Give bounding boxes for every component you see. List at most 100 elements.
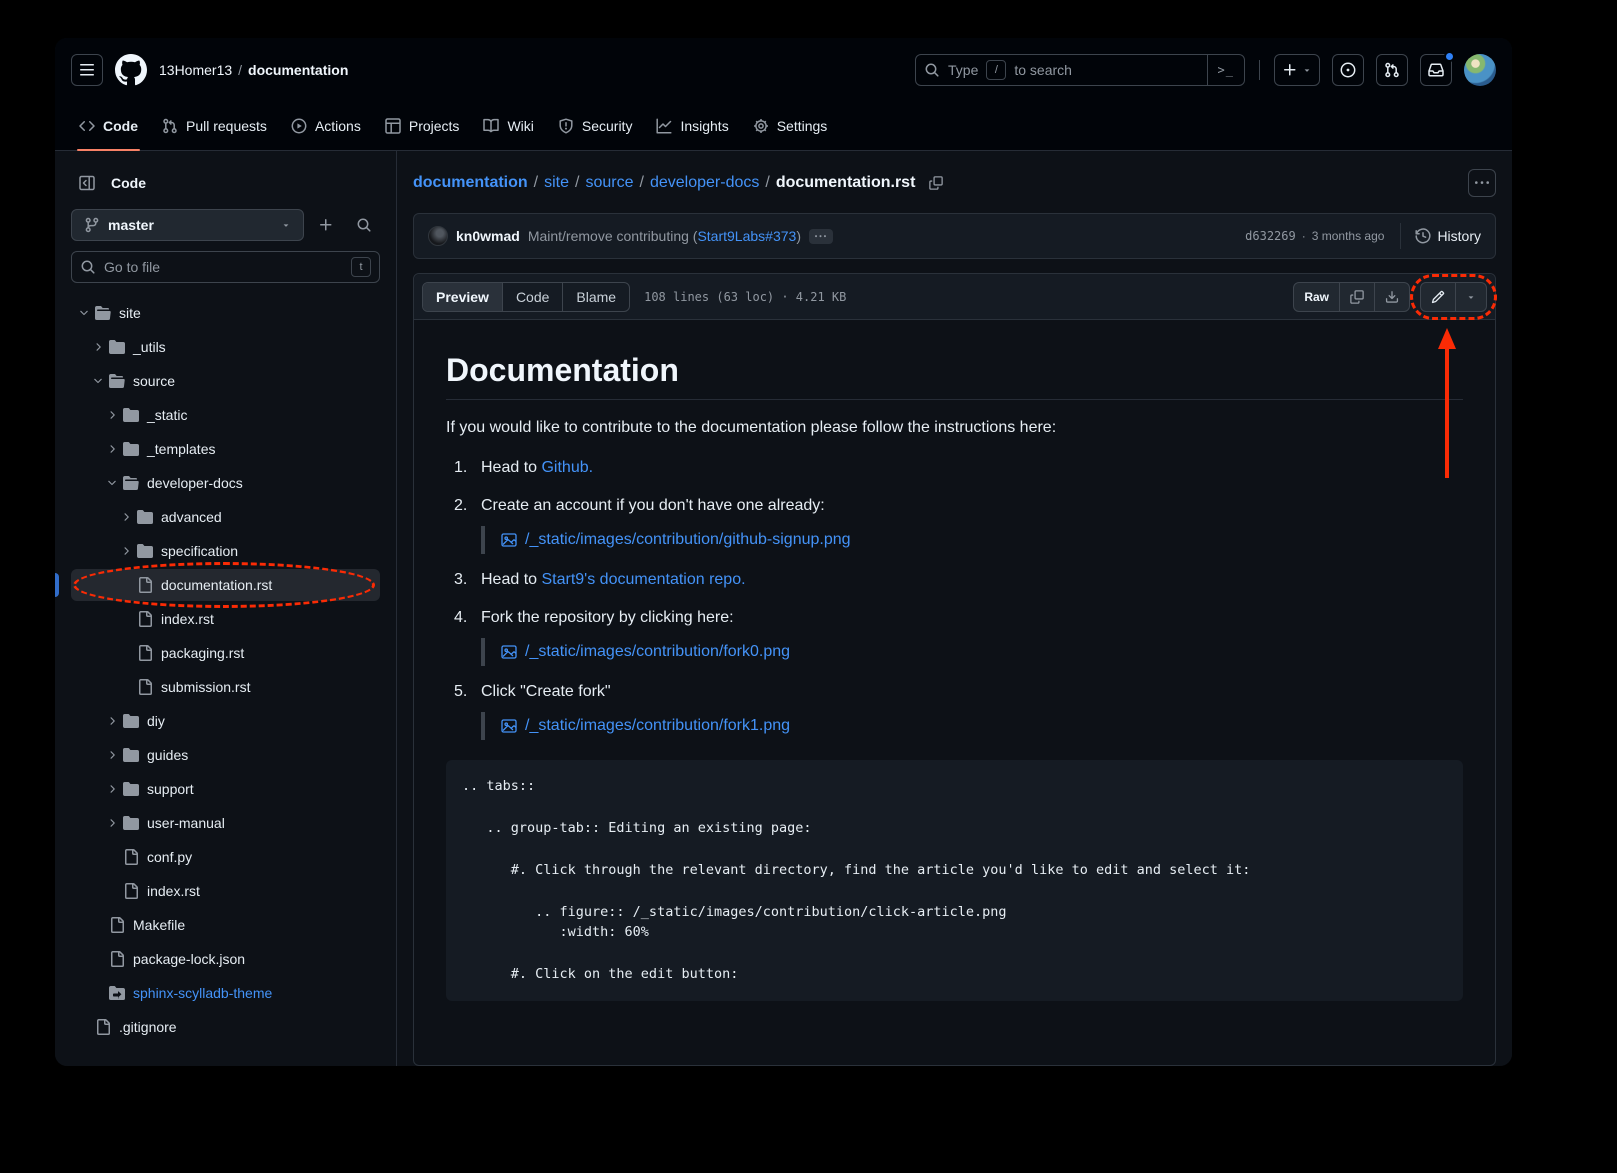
commit-author[interactable]: kn0wmad: [456, 228, 520, 244]
view-tab-code[interactable]: Code: [502, 283, 562, 311]
image-link[interactable]: /_static/images/contribution/github-sign…: [525, 528, 851, 552]
copy-path-button[interactable]: [923, 170, 949, 196]
tree-chevron-icon: [75, 305, 93, 321]
broken-image-icon: [501, 644, 517, 660]
hamburger-menu-button[interactable]: [71, 54, 103, 86]
download-button[interactable]: [1374, 283, 1409, 311]
add-file-button[interactable]: [310, 209, 342, 241]
tab-pull-requests[interactable]: Pull requests: [150, 102, 279, 150]
app-header: 13Homer13 / documentation Type / to sear…: [55, 38, 1512, 151]
tab-projects[interactable]: Projects: [373, 102, 472, 150]
tree-item-developer-docs[interactable]: developer-docs: [71, 467, 380, 499]
pull-requests-button[interactable]: [1376, 54, 1408, 86]
tab-icon: [385, 118, 401, 134]
file-viewer: PreviewCodeBlame 108 lines (63 loc) · 4.…: [413, 273, 1496, 1066]
tab-code[interactable]: Code: [67, 102, 150, 150]
breadcrumb-separator: /: [534, 174, 538, 192]
tree-item-label: site: [119, 305, 141, 321]
image-link[interactable]: /_static/images/contribution/fork0.png: [525, 640, 790, 664]
breadcrumb-link-site[interactable]: site: [544, 174, 569, 192]
code-block: .. tabs:: .. group-tab:: Editing an exis…: [446, 760, 1463, 1001]
issues-button[interactable]: [1332, 54, 1364, 86]
tab-security[interactable]: Security: [546, 102, 645, 150]
tab-wiki[interactable]: Wiki: [471, 102, 545, 150]
repo-owner-link[interactable]: 13Homer13: [159, 62, 232, 78]
tree-item-label: _templates: [147, 441, 215, 457]
tree-item-site[interactable]: site: [71, 297, 380, 329]
create-new-button[interactable]: [1274, 54, 1320, 86]
image-link[interactable]: /_static/images/contribution/fork1.png: [525, 714, 790, 738]
tree-item-_templates[interactable]: _templates: [71, 433, 380, 465]
edit-controls: [1420, 282, 1487, 312]
github-logo[interactable]: [115, 54, 147, 86]
tree-item-user-manual[interactable]: user-manual: [71, 807, 380, 839]
edit-dropdown-button[interactable]: [1455, 283, 1486, 311]
doc-link[interactable]: Start9's documentation repo.: [541, 571, 745, 588]
breadcrumb-link-developer-docs[interactable]: developer-docs: [650, 174, 759, 192]
tree-item-.gitignore[interactable]: .gitignore: [71, 1011, 380, 1043]
tree-item-label: conf.py: [147, 849, 192, 865]
tree-item-conf.py[interactable]: conf.py: [71, 841, 380, 873]
commit-sha[interactable]: d632269: [1245, 229, 1296, 243]
commit-message-expand-button[interactable]: [809, 229, 833, 244]
tab-icon: [162, 118, 178, 134]
tree-item-submission.rst[interactable]: submission.rst: [71, 671, 380, 703]
tree-item-packaging.rst[interactable]: packaging.rst: [71, 637, 380, 669]
doc-step: 2.Create an account if you don't have on…: [454, 494, 1463, 554]
history-button[interactable]: History: [1400, 223, 1481, 249]
global-search-input[interactable]: Type / to search >_: [915, 54, 1245, 86]
tree-item-label: Makefile: [133, 917, 185, 933]
folder-icon: [109, 373, 125, 389]
tree-item-index.rst[interactable]: index.rst: [71, 603, 380, 635]
tree-item-sphinx-scylladb-theme[interactable]: sphinx-scylladb-theme: [71, 977, 380, 1009]
tree-item-support[interactable]: support: [71, 773, 380, 805]
branch-selector[interactable]: master: [71, 209, 304, 241]
raw-button[interactable]: Raw: [1294, 283, 1339, 311]
blockquote: /_static/images/contribution/fork0.png: [481, 638, 1463, 666]
view-tab-blame[interactable]: Blame: [562, 283, 629, 311]
tree-item-package-lock.json[interactable]: package-lock.json: [71, 943, 380, 975]
tree-item-guides[interactable]: guides: [71, 739, 380, 771]
tree-item-specification[interactable]: specification: [71, 535, 380, 567]
tree-item-advanced[interactable]: advanced: [71, 501, 380, 533]
tab-settings[interactable]: Settings: [741, 102, 840, 150]
tree-item-_static[interactable]: _static: [71, 399, 380, 431]
copy-raw-button[interactable]: [1339, 283, 1374, 311]
repo-name-link[interactable]: documentation: [248, 62, 348, 78]
step-number: 1.: [454, 456, 481, 480]
tree-item-Makefile[interactable]: Makefile: [71, 909, 380, 941]
go-to-file-input[interactable]: Go to file t: [71, 251, 380, 283]
search-this-repo-button[interactable]: [348, 209, 380, 241]
folder-icon: [123, 475, 139, 491]
tab-icon: [656, 118, 672, 134]
tree-item-diy[interactable]: diy: [71, 705, 380, 737]
search-icon: [80, 259, 96, 275]
tab-actions[interactable]: Actions: [279, 102, 373, 150]
tree-item-index.rst[interactable]: index.rst: [71, 875, 380, 907]
commit-age: 3 months ago: [1312, 229, 1385, 243]
tree-item-documentation.rst[interactable]: documentation.rst: [71, 569, 380, 601]
breadcrumb-separator: /: [575, 174, 579, 192]
tree-item-source[interactable]: source: [71, 365, 380, 397]
command-palette-icon[interactable]: >_: [1207, 55, 1244, 85]
breadcrumb-link-source[interactable]: source: [585, 174, 633, 192]
edit-file-button[interactable]: [1421, 283, 1455, 311]
commit-pr-link[interactable]: Start9Labs#373: [697, 228, 796, 244]
latest-commit-bar: kn0wmad Maint/remove contributing (Start…: [413, 213, 1496, 259]
tab-insights[interactable]: Insights: [644, 102, 740, 150]
tab-icon: [753, 118, 769, 134]
view-tab-preview[interactable]: Preview: [423, 283, 502, 311]
doc-link[interactable]: Github.: [541, 459, 593, 476]
user-avatar[interactable]: [1464, 54, 1496, 86]
commit-author-avatar[interactable]: [428, 226, 448, 246]
collapse-sidebar-button[interactable]: [71, 167, 103, 199]
more-options-button[interactable]: [1468, 169, 1496, 197]
breadcrumb-link-documentation[interactable]: documentation: [413, 174, 528, 192]
submodule-icon: [109, 985, 125, 1001]
blockquote: /_static/images/contribution/fork1.png: [481, 712, 1463, 740]
file-icon: [109, 917, 125, 933]
inbox-button[interactable]: [1420, 54, 1452, 86]
tree-item-label: source: [133, 373, 175, 389]
tree-item-label: support: [147, 781, 194, 797]
tree-item-_utils[interactable]: _utils: [71, 331, 380, 363]
